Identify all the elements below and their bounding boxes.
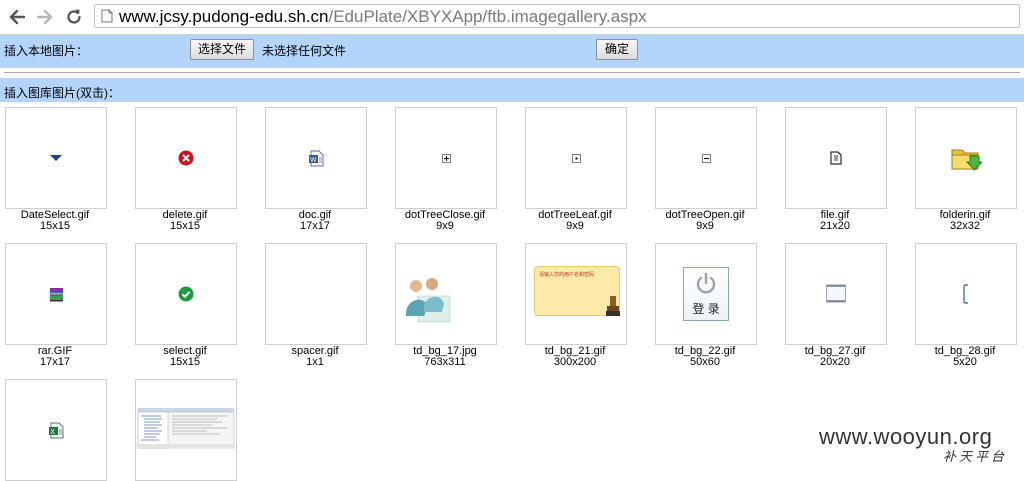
word-doc-icon: W	[308, 150, 323, 166]
excel-icon: X	[48, 422, 63, 438]
gallery-thumb[interactable]: 登 录	[655, 243, 757, 345]
gallery-caption: doc.gif 17x17	[250, 210, 380, 232]
delete-icon	[178, 150, 194, 166]
gallery-thumb[interactable]	[5, 243, 107, 345]
gallery-item-size: 5x20	[953, 356, 977, 368]
gallery-item-size: 15x15	[170, 356, 200, 368]
gallery-thumb[interactable]	[915, 107, 1017, 209]
gallery-caption: td_bg_17.jpg 763x311	[380, 346, 510, 368]
gallery-item-size: 9x9	[696, 220, 714, 232]
file-icon	[830, 151, 842, 165]
gallery-thumb[interactable]	[915, 243, 1017, 345]
gallery-caption: spacer.gif 1x1	[250, 346, 380, 368]
gallery-thumb[interactable]	[785, 243, 887, 345]
gallery-caption: td_bg_22.gif 50x60	[640, 346, 770, 368]
gallery-caption: td_bg_27.gif 20x20	[770, 346, 900, 368]
gallery-item-size: 20x20	[820, 356, 850, 368]
gallery-thumb[interactable]	[395, 107, 497, 209]
screenshot-image	[136, 380, 236, 480]
bracket-image	[963, 284, 968, 304]
notice-banner-text: 请输入您的用户名和密码	[539, 272, 595, 278]
dropdown-arrow-icon	[50, 155, 62, 161]
svg-text:X: X	[50, 429, 55, 436]
gallery-thumb[interactable]	[265, 243, 367, 345]
check-icon	[178, 286, 194, 302]
gallery-item-size: 32x32	[950, 220, 980, 232]
gallery-item-size: 763x311	[424, 356, 466, 368]
gallery-caption: dotTreeOpen.gif 9x9	[640, 210, 770, 232]
login-label: 登 录	[692, 302, 720, 316]
gallery-caption: td_bg_28.gif 5x20	[900, 346, 1024, 368]
tree-plus-icon	[441, 153, 451, 163]
box-image	[826, 284, 846, 303]
gallery-caption: folderin.gif 32x32	[900, 210, 1024, 232]
gallery-thumb[interactable]	[525, 107, 627, 209]
svg-text:W: W	[310, 157, 317, 164]
gallery-thumb[interactable]: 请输入您的用户名和密码	[525, 243, 627, 345]
rar-icon	[49, 287, 63, 301]
gallery-item-size: 300x200	[553, 356, 597, 368]
gallery-caption: rar.GIF 17x17	[0, 346, 120, 368]
gallery-item-size: 17x17	[40, 356, 70, 368]
gallery-caption: file.gif 21x20	[770, 210, 900, 232]
gallery-item-size: 17x17	[300, 220, 330, 232]
gallery-item-size: 50x60	[690, 356, 720, 368]
tree-leaf-icon	[571, 153, 581, 163]
tree-minus-icon	[701, 153, 711, 163]
folder-in-icon	[951, 149, 982, 171]
gallery-item-size: 15x15	[170, 220, 200, 232]
gallery-caption: DateSelect.gif 15x15	[0, 210, 120, 232]
gallery-thumb[interactable]	[655, 107, 757, 209]
people-image	[396, 244, 496, 344]
gallery-thumb[interactable]	[5, 107, 107, 209]
watermark-sub: 补天平台	[943, 449, 1008, 464]
gallery-item-size: 15x15	[40, 220, 70, 232]
image-gallery: DateSelect.gif 15x15 delete.gif 15x15 W do…	[0, 0, 1024, 481]
gallery-item-size: 9x9	[436, 220, 454, 232]
gallery-caption: dotTreeLeaf.gif 9x9	[510, 210, 640, 232]
gallery-thumb[interactable]	[785, 107, 887, 209]
gallery-caption: select.gif 15x15	[120, 346, 250, 368]
gallery-caption: dotTreeClose.gif 9x9	[380, 210, 510, 232]
gallery-item-size: 1x1	[306, 356, 324, 368]
gallery-thumb[interactable]	[135, 243, 237, 345]
stamp-icon	[606, 296, 620, 316]
gallery-caption: td_bg_21.gif 300x200	[510, 346, 640, 368]
gallery-thumb[interactable]	[135, 107, 237, 209]
gallery-item-size: 21x20	[820, 220, 850, 232]
gallery-item-size: 9x9	[566, 220, 584, 232]
power-login-icon: 登 录	[683, 267, 729, 321]
gallery-thumb[interactable]: W	[265, 107, 367, 209]
gallery-caption: delete.gif 15x15	[120, 210, 250, 232]
gallery-thumb[interactable]	[395, 243, 497, 345]
power-icon	[696, 272, 716, 294]
